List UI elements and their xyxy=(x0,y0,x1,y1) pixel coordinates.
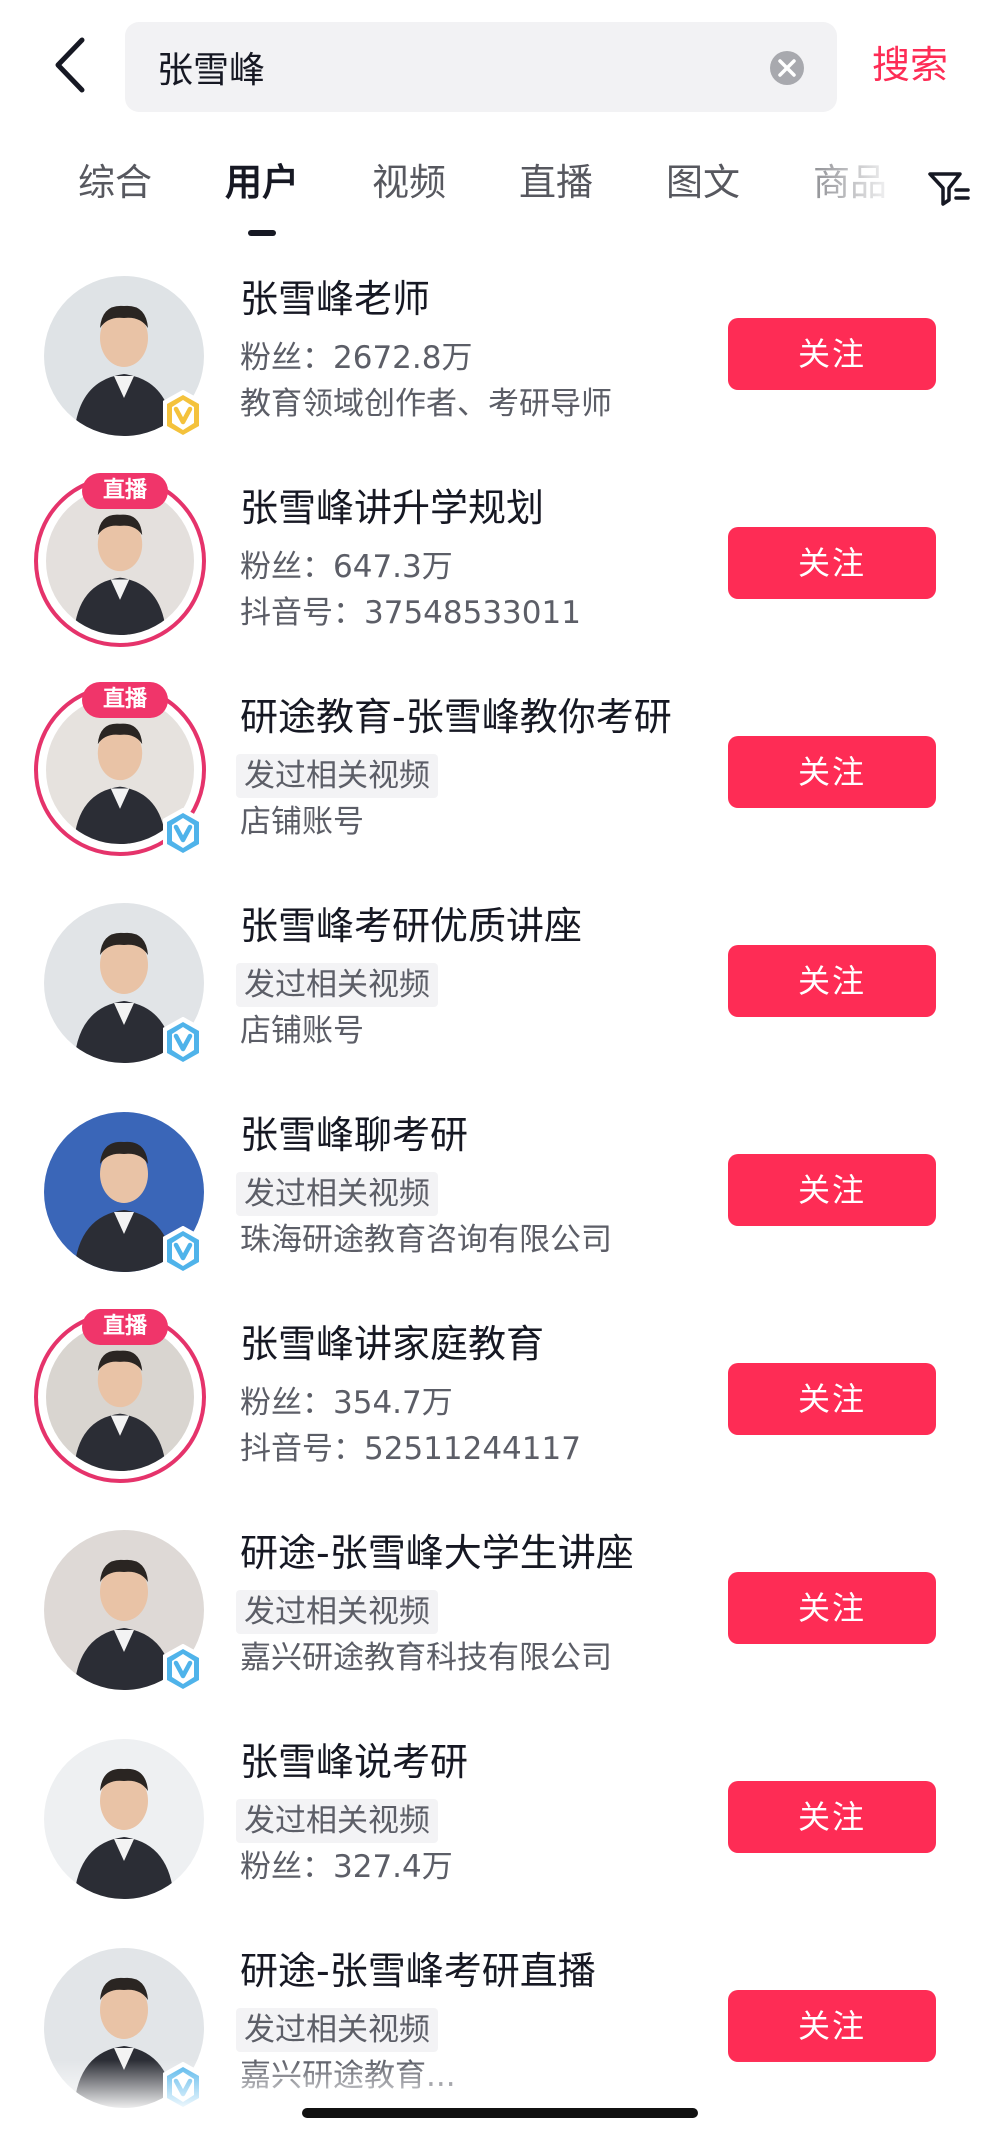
user-name[interactable]: 张雪峰老师 xyxy=(240,274,430,324)
follow-button[interactable]: 关注 xyxy=(728,527,936,599)
related-video-tag: 发过相关视频 xyxy=(236,1590,438,1634)
user-name[interactable]: 张雪峰讲升学规划 xyxy=(240,483,544,533)
avatar[interactable]: 直播 xyxy=(34,682,208,859)
avatar[interactable] xyxy=(40,1108,208,1277)
follow-button[interactable]: 关注 xyxy=(728,945,936,1017)
related-video-tag: 发过相关视频 xyxy=(236,754,438,798)
user-detail: 教育领域创作者、考研导师 xyxy=(240,386,612,422)
user-name[interactable]: 研途-张雪峰大学生讲座 xyxy=(240,1528,634,1578)
avatar[interactable]: 直播 xyxy=(34,1309,208,1485)
follow-button[interactable]: 关注 xyxy=(728,1363,936,1435)
user-row[interactable]: 张雪峰说考研发过相关视频粉丝：327.4万 关注 xyxy=(0,1721,1000,1929)
verified-blue-icon xyxy=(158,1016,208,1068)
filter-icon[interactable] xyxy=(920,160,976,216)
live-badge: 直播 xyxy=(82,682,168,718)
user-detail: 珠海研途教育咨询有限公司 xyxy=(240,1222,612,1258)
tab-comprehensive[interactable]: 综合 xyxy=(78,158,152,208)
follow-button[interactable]: 关注 xyxy=(728,1990,936,2062)
user-row[interactable]: 直播 张雪峰讲升学规划粉丝：647.3万抖音号：37548533011 关注 xyxy=(0,467,1000,675)
tab-posts[interactable]: 图文 xyxy=(666,158,740,208)
tab-users[interactable]: 用户 xyxy=(225,158,299,208)
follow-button[interactable]: 关注 xyxy=(728,1154,936,1226)
user-detail: 粉丝：327.4万 xyxy=(240,1849,453,1885)
user-detail: 嘉兴研途教育科技有限公司 xyxy=(240,1640,612,1676)
verified-gold-icon xyxy=(158,389,208,441)
user-name[interactable]: 张雪峰考研优质讲座 xyxy=(240,901,582,951)
avatar[interactable]: 直播 xyxy=(34,473,208,649)
verified-blue-icon xyxy=(158,1643,208,1695)
avatar[interactable] xyxy=(40,272,208,441)
search-input[interactable] xyxy=(157,22,737,112)
tab-products[interactable]: 商品 xyxy=(813,158,887,208)
tab-videos[interactable]: 视频 xyxy=(372,158,446,208)
related-video-tag: 发过相关视频 xyxy=(236,1172,438,1216)
result-tabs: 综合 用户 视频 直播 图文 商品 xyxy=(0,140,1000,240)
live-badge: 直播 xyxy=(82,473,168,509)
active-tab-indicator xyxy=(248,230,276,236)
follow-button[interactable]: 关注 xyxy=(728,1781,936,1853)
related-video-tag: 发过相关视频 xyxy=(236,2008,438,2052)
avatar[interactable] xyxy=(40,1735,208,1903)
verified-blue-icon xyxy=(158,1225,208,1277)
user-name[interactable]: 张雪峰讲家庭教育 xyxy=(240,1319,544,1369)
user-name[interactable]: 研途教育-张雪峰教你考研 xyxy=(240,692,672,742)
user-name[interactable]: 张雪峰说考研 xyxy=(240,1737,468,1787)
follow-button[interactable]: 关注 xyxy=(728,318,936,390)
related-video-tag: 发过相关视频 xyxy=(236,963,438,1007)
user-detail: 店铺账号 xyxy=(240,1013,364,1049)
clear-icon[interactable] xyxy=(769,50,805,86)
user-row[interactable]: 张雪峰考研优质讲座发过相关视频店铺账号 关注 xyxy=(0,885,1000,1093)
avatar[interactable] xyxy=(40,1526,208,1695)
user-detail: 抖音号：52511244117 xyxy=(240,1431,581,1467)
search-header: 搜索 xyxy=(0,0,1000,130)
bottom-fade xyxy=(0,2060,1000,2135)
follower-count: 粉丝：2672.8万 xyxy=(240,340,473,376)
user-row[interactable]: 研途-张雪峰大学生讲座发过相关视频嘉兴研途教育科技有限公司 关注 xyxy=(0,1512,1000,1720)
search-box xyxy=(125,22,837,112)
search-button[interactable]: 搜索 xyxy=(872,38,948,92)
tab-live[interactable]: 直播 xyxy=(519,158,593,208)
user-row[interactable]: 直播 张雪峰讲家庭教育粉丝：354.7万抖音号：52511244117 关注 xyxy=(0,1303,1000,1511)
related-video-tag: 发过相关视频 xyxy=(236,1799,438,1843)
user-row[interactable]: 直播 研途教育-张雪峰教你考研发过相关视频店铺账号 关注 xyxy=(0,676,1000,884)
user-detail: 抖音号：37548533011 xyxy=(240,595,581,631)
user-row[interactable]: 张雪峰老师粉丝：2672.8万教育领域创作者、考研导师 关注 xyxy=(0,258,1000,466)
follow-button[interactable]: 关注 xyxy=(728,1572,936,1644)
follower-count: 粉丝：354.7万 xyxy=(240,1385,453,1421)
user-row[interactable]: 张雪峰聊考研发过相关视频珠海研途教育咨询有限公司 关注 xyxy=(0,1094,1000,1302)
avatar[interactable] xyxy=(40,899,208,1068)
avatar-photo xyxy=(46,487,194,635)
avatar-photo xyxy=(44,1739,204,1899)
user-name[interactable]: 张雪峰聊考研 xyxy=(240,1110,468,1160)
verified-blue-icon xyxy=(158,807,208,859)
back-arrow-icon[interactable] xyxy=(44,30,104,100)
follow-button[interactable]: 关注 xyxy=(728,736,936,808)
follower-count: 粉丝：647.3万 xyxy=(240,549,453,585)
user-name[interactable]: 研途-张雪峰考研直播 xyxy=(240,1946,596,1996)
avatar-photo xyxy=(46,1323,194,1471)
user-detail: 店铺账号 xyxy=(240,804,364,840)
live-badge: 直播 xyxy=(82,1309,168,1345)
home-indicator[interactable] xyxy=(302,2108,698,2118)
